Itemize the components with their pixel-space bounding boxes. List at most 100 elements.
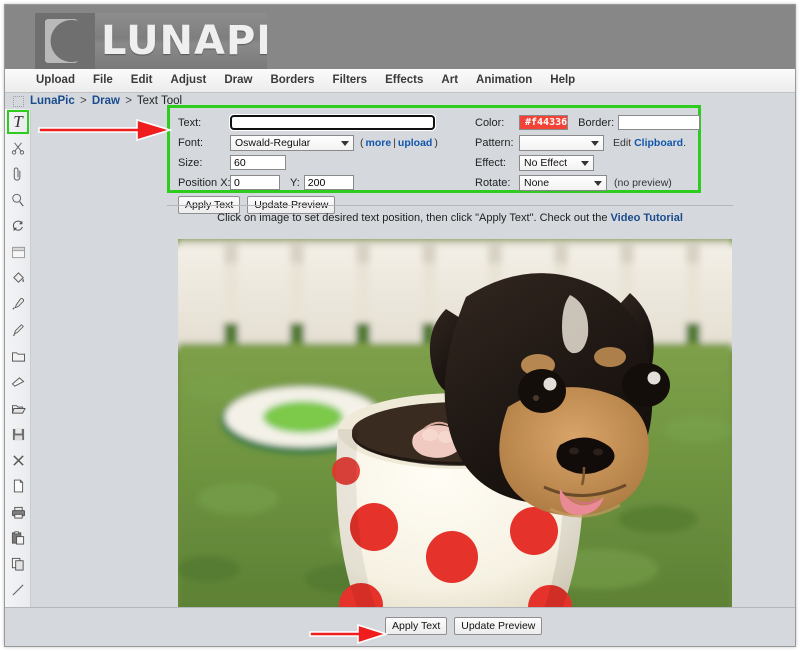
- tool-new-file[interactable]: [5, 473, 31, 499]
- eraser-icon: [11, 376, 24, 387]
- form-row-position: Position X: Y:: [178, 173, 468, 192]
- menu-item-filters[interactable]: Filters: [324, 69, 377, 92]
- form-row-font: Font: Oswald-Regular ( more | upload ): [178, 133, 468, 152]
- tool-print[interactable]: [5, 499, 31, 525]
- paint-bucket-icon: [12, 271, 24, 283]
- tool-paste[interactable]: [5, 525, 31, 551]
- menu-item-edit[interactable]: Edit: [122, 69, 162, 92]
- breadcrumb-sep-2: >: [125, 95, 132, 107]
- puppy-photo[interactable]: [178, 239, 732, 613]
- menu-item-adjust[interactable]: Adjust: [162, 69, 216, 92]
- divider: [167, 205, 733, 206]
- font-paren-close: ): [434, 136, 438, 149]
- menu-item-borders[interactable]: Borders: [261, 69, 323, 92]
- rotate-select-value: None: [524, 176, 550, 189]
- position-y-input[interactable]: [303, 175, 354, 190]
- text-tool-form-panel: Text: Font: Oswald-Regular ( more | uplo…: [167, 105, 701, 214]
- effect-label: Effect:: [475, 156, 506, 169]
- font-more-link[interactable]: more: [366, 137, 392, 149]
- clipboard-paste-icon: [11, 531, 25, 545]
- paperclip-icon: [13, 166, 21, 181]
- lunapic-logo[interactable]: LUNAPIC: [35, 13, 267, 69]
- page-icon: [13, 479, 23, 493]
- printer-icon: [11, 506, 25, 519]
- main-content: Text: Font: Oswald-Regular ( more | uplo…: [32, 105, 795, 613]
- breadcrumb-root[interactable]: LunaPic: [30, 95, 75, 107]
- tool-scissors-crop[interactable]: [5, 135, 31, 161]
- image-canvas[interactable]: [178, 239, 732, 613]
- brush-icon: [12, 324, 24, 337]
- position-x-input[interactable]: [230, 175, 280, 190]
- dotted-square-icon: [13, 95, 24, 107]
- menu-item-effects[interactable]: Effects: [376, 69, 432, 92]
- tool-magnifier-zoom[interactable]: [5, 187, 31, 213]
- text-input[interactable]: [229, 114, 436, 131]
- form-row-size: Size:: [178, 153, 468, 172]
- form-left-column: Text: Font: Oswald-Regular ( more | uplo…: [178, 113, 468, 215]
- tool-paperclip[interactable]: [5, 161, 31, 187]
- tool-copy[interactable]: [5, 551, 31, 577]
- tool-folder[interactable]: [5, 343, 31, 369]
- menu-item-upload[interactable]: Upload: [27, 69, 84, 92]
- color-swatch-field[interactable]: #f44336: [519, 115, 569, 130]
- font-pipe: |: [393, 136, 396, 149]
- tool-rotate[interactable]: [5, 213, 31, 239]
- position-y-label: Y:: [290, 176, 300, 189]
- video-tutorial-link[interactable]: Video Tutorial: [611, 212, 683, 224]
- tool-paint-bucket[interactable]: [5, 265, 31, 291]
- tool-eyedropper[interactable]: [5, 291, 31, 317]
- left-toolbar: T: [5, 109, 31, 646]
- tool-brush[interactable]: [5, 317, 31, 343]
- menu-item-file[interactable]: File: [84, 69, 122, 92]
- chevron-down-icon: [341, 140, 349, 146]
- tool-line[interactable]: [5, 577, 31, 603]
- tool-frame[interactable]: [5, 239, 31, 265]
- font-select-value: Oswald-Regular: [235, 136, 311, 149]
- hint-area: Click on image to set desired text posit…: [167, 205, 733, 224]
- breadcrumb-sep-1: >: [79, 95, 87, 107]
- pattern-select[interactable]: [519, 134, 604, 151]
- bottom-buttons: Apply Text Update Preview: [385, 617, 543, 635]
- tool-save[interactable]: [5, 421, 31, 447]
- pattern-label: Pattern:: [475, 136, 514, 149]
- breadcrumb-section[interactable]: Draw: [92, 95, 120, 107]
- form-row-pattern: Pattern: Edit Clipboard .: [475, 133, 700, 152]
- rotate-select[interactable]: None: [519, 174, 607, 191]
- eyedropper-icon: [12, 298, 24, 310]
- magnifier-icon: [12, 193, 24, 207]
- clipboard-link[interactable]: Clipboard: [634, 137, 683, 149]
- browser-frame: LUNAPIC Upload File Edit Adjust Draw Bor…: [4, 4, 796, 647]
- close-x-icon: [12, 454, 24, 466]
- border-input[interactable]: [618, 115, 701, 130]
- copy-icon: [11, 557, 24, 571]
- tool-eraser[interactable]: [5, 369, 31, 395]
- size-input[interactable]: [230, 155, 286, 170]
- menu-item-art[interactable]: Art: [432, 69, 467, 92]
- folder-icon: [11, 351, 25, 362]
- tool-close[interactable]: [5, 447, 31, 473]
- hint-text: Click on image to set desired text posit…: [167, 212, 733, 224]
- font-select[interactable]: Oswald-Regular: [230, 134, 354, 151]
- open-folder-icon: [11, 404, 26, 414]
- edit-suffix: .: [683, 136, 687, 149]
- chevron-down-icon: [591, 140, 599, 146]
- form-row-text: Text:: [178, 113, 468, 132]
- font-paren-open: (: [360, 136, 364, 149]
- font-label: Font:: [178, 136, 204, 149]
- update-preview-button-bottom[interactable]: Update Preview: [454, 617, 543, 635]
- crescent-moon-icon: [45, 19, 78, 63]
- color-label: Color:: [475, 116, 505, 129]
- effect-select[interactable]: No Effect: [519, 154, 594, 171]
- hint-text-before: Click on image to set desired text posit…: [217, 212, 611, 224]
- text-t-icon: T: [13, 112, 23, 131]
- menu-item-animation[interactable]: Animation: [467, 69, 541, 92]
- form-row-color: Color: #f44336 Border:: [475, 113, 701, 132]
- screenshot-root: LUNAPIC Upload File Edit Adjust Draw Bor…: [0, 0, 800, 651]
- apply-text-button-bottom[interactable]: Apply Text: [385, 617, 448, 635]
- menu-item-help[interactable]: Help: [541, 69, 584, 92]
- rotate-icon: [12, 220, 23, 232]
- font-upload-link[interactable]: upload: [398, 137, 432, 149]
- tool-text-tool[interactable]: T: [5, 109, 31, 135]
- menu-item-draw[interactable]: Draw: [215, 69, 261, 92]
- tool-open-folder[interactable]: [5, 395, 31, 421]
